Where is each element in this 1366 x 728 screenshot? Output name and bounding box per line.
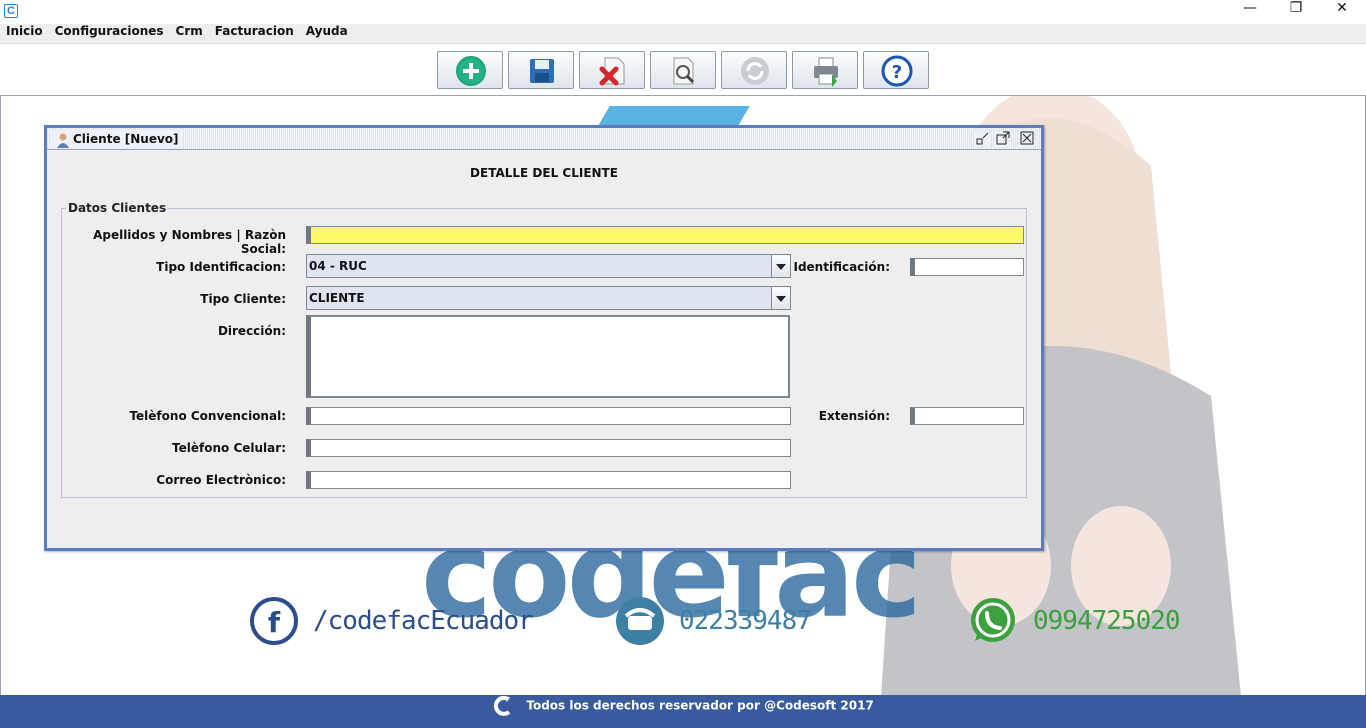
help-button[interactable]: ? — [863, 51, 929, 89]
svg-text:f: f — [268, 606, 281, 639]
tipo-identificacion-select[interactable]: 04 - RUC — [306, 254, 791, 278]
cliente-window: Cliente [Nuevo] DETALLE DEL CLIENTE Dato… — [44, 125, 1044, 551]
cliente-window-titlebar[interactable]: Cliente [Nuevo] — [47, 128, 1041, 150]
phone-contact: 022339487 — [615, 596, 812, 646]
delete-button[interactable] — [579, 51, 645, 89]
menu-bar: Inicio Configuraciones Crm Facturacion Ayuda — [0, 24, 1366, 44]
menu-facturacion[interactable]: Facturacion — [209, 24, 300, 38]
window-titlebar: C — ❐ ✕ — [0, 0, 1366, 24]
cliente-window-title: Cliente [Nuevo] — [73, 132, 179, 146]
maximize-icon — [996, 131, 1010, 145]
tipo-cliente-value: CLIENTE — [309, 291, 365, 305]
close-button[interactable]: ✕ — [1319, 0, 1365, 22]
phone-text: 022339487 — [679, 606, 812, 636]
footer-bar: Todos los derechos reservador por @Codes… — [0, 695, 1366, 728]
tipo-cliente-label: Tipo Cliente: — [200, 292, 286, 306]
user-icon — [57, 133, 69, 148]
extension-field[interactable] — [910, 407, 1024, 425]
refresh-button[interactable] — [721, 51, 787, 89]
svg-text:?: ? — [892, 62, 902, 83]
refresh-icon — [741, 57, 769, 85]
help-icon: ? — [881, 55, 913, 87]
search-icon — [673, 57, 695, 85]
tipo-identificacion-value: 04 - RUC — [309, 259, 367, 273]
iconify-button[interactable] — [975, 131, 991, 147]
close-frame-button[interactable] — [1019, 131, 1035, 147]
new-button[interactable] — [437, 51, 503, 89]
add-icon — [456, 56, 486, 86]
correo-field[interactable] — [306, 471, 791, 489]
chevron-down-icon[interactable] — [771, 287, 790, 309]
direccion-textarea[interactable] — [306, 315, 790, 398]
tipo-cliente-select[interactable]: CLIENTE — [306, 286, 791, 310]
minimize-button[interactable]: — — [1227, 0, 1273, 22]
app-icon: C — [4, 4, 18, 18]
telefono-celular-label: Telèfono Celular: — [172, 441, 286, 455]
correo-label: Correo Electrònico: — [156, 473, 286, 487]
datos-clientes-group: Datos Clientes Apellidos y Nombres | Raz… — [61, 201, 1027, 498]
delete-icon — [599, 57, 625, 86]
save-button[interactable] — [508, 51, 574, 89]
identificacion-label: Identificación: — [793, 260, 890, 274]
nombres-field[interactable] — [306, 226, 1024, 244]
facebook-text: /codefacEcuador — [313, 606, 534, 636]
minimize-icon — [976, 132, 989, 145]
nombres-label: Apellidos y Nombres | Razòn Social: — [93, 228, 286, 256]
extension-label: Extensión: — [818, 409, 890, 423]
whatsapp-icon — [971, 598, 1015, 642]
telefono-convencional-field[interactable] — [306, 407, 791, 425]
maximize-frame-button[interactable] — [995, 131, 1011, 147]
facebook-contact: f /codefacEcuador — [249, 596, 534, 646]
maximize-button[interactable]: ❐ — [1273, 0, 1319, 22]
telefono-celular-field[interactable] — [306, 439, 791, 457]
save-icon — [530, 59, 554, 83]
form-heading: DETALLE DEL CLIENTE — [470, 166, 618, 180]
direccion-label: Dirección: — [217, 324, 286, 338]
phone-icon — [616, 597, 664, 645]
menu-inicio[interactable]: Inicio — [0, 24, 49, 38]
menu-configuraciones[interactable]: Configuraciones — [49, 24, 170, 38]
print-icon — [814, 57, 838, 87]
codefac-logo-icon — [494, 695, 511, 716]
tipo-identificacion-label: Tipo Identificacion: — [156, 260, 286, 274]
group-title: Datos Clientes — [66, 201, 169, 215]
identificacion-field[interactable] — [910, 258, 1024, 276]
menu-crm[interactable]: Crm — [170, 24, 209, 38]
chevron-down-icon[interactable] — [771, 255, 790, 277]
telefono-convencional-label: Telèfono Convencional: — [129, 409, 286, 423]
menu-ayuda[interactable]: Ayuda — [300, 24, 354, 38]
toolbar: ? — [0, 45, 1366, 95]
whatsapp-text: 0994725020 — [1033, 606, 1181, 636]
footer-text: Todos los derechos reservador por @Codes… — [526, 698, 874, 713]
facebook-icon: f — [250, 597, 298, 645]
close-icon — [1020, 131, 1034, 145]
whatsapp-contact: 0994725020 — [967, 596, 1181, 646]
search-button[interactable] — [650, 51, 716, 89]
print-button[interactable] — [792, 51, 858, 89]
